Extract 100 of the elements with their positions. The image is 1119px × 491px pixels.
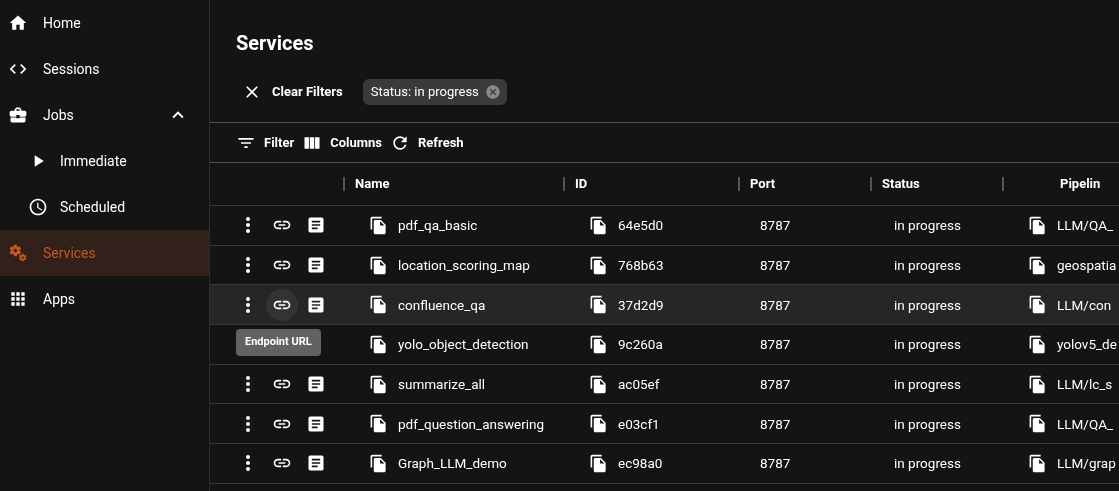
table-cell-text: pdf_question_answering	[398, 414, 545, 434]
more-icon	[246, 455, 250, 472]
more-icon	[246, 257, 250, 274]
table-row[interactable]: Graph_LLM_demo ec98a0 8787 in progress LLM/grap	[210, 443, 1119, 483]
table-row[interactable]: pdf_question_answering e03cf1 8787 in progress LLM/QA_	[210, 403, 1119, 444]
more-icon	[246, 376, 250, 393]
table-cell-text: e03cf1	[618, 414, 660, 434]
copy-icon[interactable]	[1028, 414, 1047, 434]
copy-icon[interactable]	[1028, 215, 1047, 235]
document-button[interactable]	[306, 374, 326, 395]
filter-chip[interactable]: Status: in progress	[362, 79, 507, 105]
table-cell-text: LLM/QA_	[1057, 414, 1114, 434]
toolbar-button[interactable]: Columns	[302, 132, 382, 153]
copy-icon[interactable]	[369, 255, 388, 275]
table-cell-text: 8787	[760, 454, 791, 474]
more-icon	[246, 296, 250, 313]
table-cell-text: pdf_qa_basic	[398, 216, 478, 236]
copy-icon[interactable]	[1028, 453, 1047, 473]
copy-icon[interactable]	[589, 255, 608, 275]
gears-icon	[8, 243, 28, 263]
table-cell-text: in progress	[894, 374, 961, 394]
tooltip: Endpoint URL	[236, 329, 321, 356]
table-cell-text: 768b63	[618, 255, 664, 275]
column-header[interactable]: Port	[750, 174, 776, 194]
table-cell-text: 8787	[760, 374, 791, 394]
table-cell-text: LLM/QA_	[1057, 216, 1114, 236]
table-cell-text: Graph_LLM_demo	[398, 454, 507, 474]
toolbar-button[interactable]: Refresh	[390, 132, 464, 153]
table-cell-text: yolo_object_detection	[398, 335, 529, 355]
clear-filters-button[interactable]: Clear Filters	[236, 82, 349, 102]
table-row[interactable]: summarize_all ac05ef 8787 in progress LLM/lc_s	[210, 363, 1119, 404]
copy-icon[interactable]	[1028, 374, 1047, 394]
table-cell-text: confluence_qa	[398, 295, 486, 315]
copy-icon[interactable]	[589, 453, 608, 473]
chip-label: Status: in progress	[370, 83, 479, 102]
document-icon	[306, 255, 326, 276]
column-header[interactable]: Status	[882, 174, 920, 194]
document-icon	[306, 215, 326, 236]
table-cell-text: geospatia	[1057, 255, 1117, 275]
copy-icon[interactable]	[369, 295, 388, 315]
grid-icon	[8, 289, 28, 309]
table-cell-text: location_scoring_map	[398, 255, 530, 275]
table-cell-text: LLM/lc_s	[1057, 374, 1113, 394]
table-cell-text: yolov5_de	[1057, 335, 1117, 355]
copy-icon[interactable]	[589, 215, 608, 235]
home-icon	[8, 13, 28, 33]
table-cell-text: 8787	[760, 255, 791, 275]
table-cell-text: 8787	[760, 295, 791, 315]
copy-icon[interactable]	[589, 295, 608, 315]
sidebar-item[interactable]: Sessions	[0, 46, 209, 92]
sidebar-item[interactable]: Immediate	[0, 138, 209, 184]
copy-icon[interactable]	[369, 414, 388, 434]
sidebar-item[interactable]: Jobs	[0, 92, 209, 138]
table-cell-text: 8787	[760, 335, 791, 355]
table-cell-text: LLM/con	[1057, 295, 1112, 315]
document-button[interactable]	[306, 453, 326, 474]
more-icon	[246, 415, 250, 432]
document-button[interactable]	[306, 215, 326, 236]
table-cell-text: 37d2d9	[618, 295, 664, 315]
table-cell-text: ac05ef	[618, 374, 660, 394]
table-row[interactable]: pdf_qa_basic 64e5d0 8787 in progress LLM/QA_	[210, 205, 1119, 245]
copy-icon[interactable]	[589, 334, 608, 354]
table-cell-text: ec98a0	[618, 454, 663, 474]
table-cell-text: in progress	[894, 255, 961, 275]
table-cell-text: summarize_all	[398, 374, 486, 394]
clock-icon	[28, 197, 48, 217]
copy-icon[interactable]	[1028, 255, 1047, 275]
table-cell-text: in progress	[894, 454, 961, 474]
sidebar-item[interactable]: Scheduled	[0, 184, 209, 230]
sidebar-item[interactable]: Apps	[0, 276, 209, 322]
remove-icon[interactable]	[484, 84, 501, 100]
copy-icon[interactable]	[589, 414, 608, 434]
copy-icon[interactable]	[589, 374, 608, 394]
table-cell-text: in progress	[894, 414, 961, 434]
more-icon	[246, 217, 250, 234]
copy-icon[interactable]	[369, 215, 388, 235]
copy-icon[interactable]	[369, 374, 388, 394]
table-cell-text: LLM/grap	[1057, 454, 1116, 474]
column-header[interactable]: Name	[355, 174, 390, 194]
table-cell-text: 8787	[760, 414, 791, 434]
column-header[interactable]: Pipelin	[1060, 174, 1101, 194]
copy-icon[interactable]	[1028, 334, 1047, 354]
document-icon	[306, 453, 326, 474]
column-header[interactable]: ID	[575, 174, 588, 194]
table-cell-text: in progress	[894, 216, 961, 236]
table-cell-text: 64e5d0	[618, 216, 664, 236]
copy-icon[interactable]	[369, 453, 388, 473]
table-cell-text: in progress	[894, 335, 961, 355]
page-title: Services	[236, 30, 315, 57]
toolbar-button[interactable]: Filter	[236, 132, 295, 153]
table-cell-text: 9c260a	[618, 335, 663, 355]
document-icon	[306, 374, 326, 395]
sidebar-item[interactable]: Home	[0, 0, 209, 46]
table-cell-text: 8787	[760, 216, 791, 236]
document-button[interactable]	[306, 255, 326, 276]
link-button[interactable]	[266, 288, 298, 321]
table-cell-text: in progress	[894, 295, 961, 315]
copy-icon[interactable]	[369, 334, 388, 354]
copy-icon[interactable]	[1028, 295, 1047, 315]
sidebar-item[interactable]: Services	[0, 230, 209, 276]
